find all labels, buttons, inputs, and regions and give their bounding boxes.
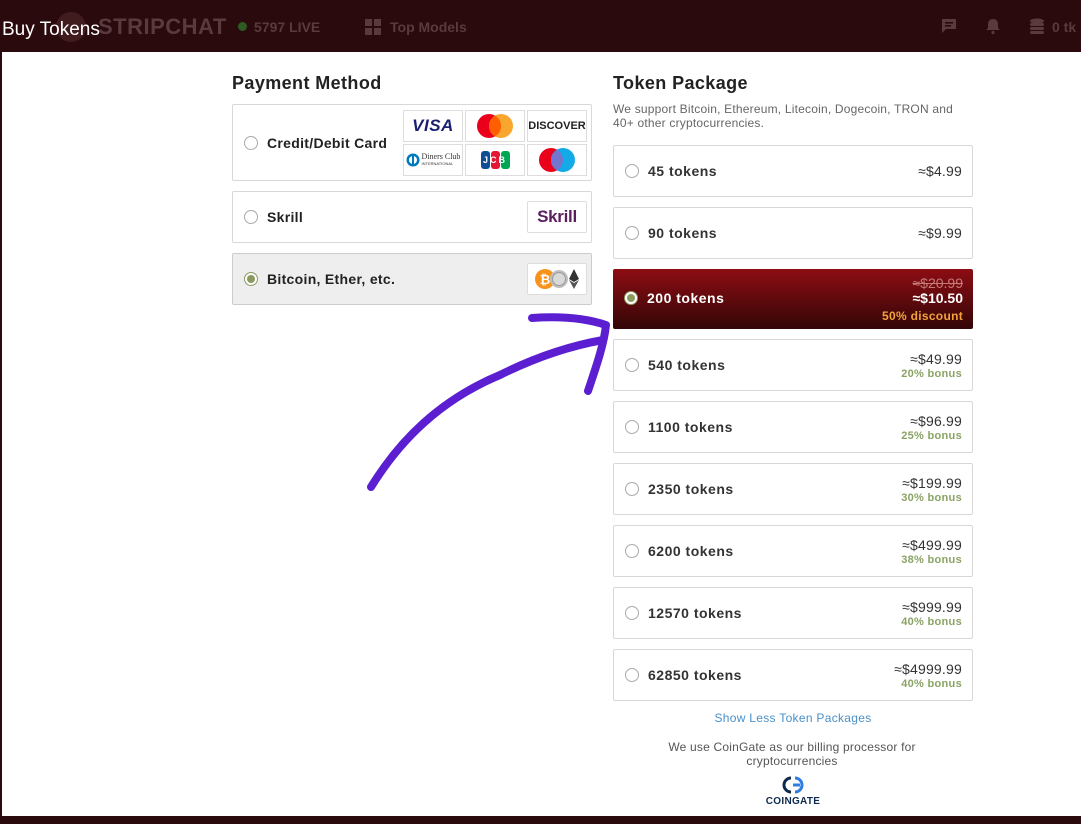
package-price: ≈$499.99 bbox=[902, 537, 962, 553]
show-less-packages-link[interactable]: Show Less Token Packages bbox=[613, 711, 973, 725]
mastercard-logo-icon bbox=[465, 110, 525, 142]
top-models-link[interactable]: Top Models bbox=[365, 19, 467, 35]
package-label: 12570 tokens bbox=[648, 605, 742, 621]
package-price: ≈$4.99 bbox=[918, 163, 962, 179]
visa-logo: VISA bbox=[403, 110, 463, 142]
discover-text: DISCOVER bbox=[528, 120, 586, 132]
live-count-label: 5797 LIVE bbox=[254, 19, 321, 35]
jcb-logo: JCB bbox=[465, 144, 525, 176]
payment-option-skrill[interactable]: Skrill Skrill bbox=[232, 191, 592, 243]
buy-tokens-modal: Payment Method Credit/Debit Card VISA DI… bbox=[2, 52, 1081, 816]
token-package-row-selected[interactable]: 200 tokens ≈$20.99 ≈$10.50 50% discount bbox=[613, 269, 973, 329]
coingate-notice: We use CoinGate as our billing processor… bbox=[668, 740, 916, 768]
token-package-row[interactable]: 2350 tokens ≈$199.99 30% bonus bbox=[613, 463, 973, 515]
package-old-price: ≈$20.99 bbox=[912, 275, 963, 291]
package-radio[interactable] bbox=[625, 482, 639, 496]
token-package-row[interactable]: 45 tokens ≈$4.99 bbox=[613, 145, 973, 197]
token-package-title: Token Package bbox=[613, 73, 748, 93]
grid-icon bbox=[365, 19, 381, 35]
package-label: 2350 tokens bbox=[648, 481, 734, 497]
payment-option-label: Skrill bbox=[267, 209, 304, 225]
package-price: ≈$49.99 bbox=[910, 351, 962, 367]
token-package-row[interactable]: 90 tokens ≈$9.99 bbox=[613, 207, 973, 259]
package-label: 540 tokens bbox=[648, 357, 726, 373]
crypto-logos-icon: ₿ bbox=[527, 263, 587, 295]
radio-skrill[interactable] bbox=[244, 210, 258, 224]
maestro-logo-icon bbox=[527, 144, 587, 176]
package-radio[interactable] bbox=[625, 164, 639, 178]
skrill-logo: Skrill bbox=[527, 201, 587, 233]
token-package-row[interactable]: 540 tokens ≈$49.99 20% bonus bbox=[613, 339, 973, 391]
token-package-row[interactable]: 62850 tokens ≈$4999.99 40% bonus bbox=[613, 649, 973, 701]
package-label: 1100 tokens bbox=[648, 419, 733, 435]
package-radio[interactable] bbox=[624, 291, 638, 305]
package-bonus: 40% bonus bbox=[901, 616, 962, 628]
package-price: ≈$96.99 bbox=[910, 413, 962, 429]
package-label: 45 tokens bbox=[648, 163, 718, 179]
payment-option-card[interactable]: Credit/Debit Card VISA DISCOVER Diners C… bbox=[232, 104, 592, 181]
skrill-text: Skrill bbox=[537, 207, 577, 226]
diners-club-logo: Diners Club INTERNATIONAL bbox=[403, 144, 463, 176]
payment-option-crypto[interactable]: Bitcoin, Ether, etc. ₿ bbox=[232, 253, 592, 305]
package-label: 6200 tokens bbox=[648, 543, 734, 559]
package-price: ≈$999.99 bbox=[902, 599, 962, 615]
package-price: ≈$4999.99 bbox=[894, 661, 962, 677]
package-radio[interactable] bbox=[625, 606, 639, 620]
package-radio[interactable] bbox=[625, 668, 639, 682]
package-radio[interactable] bbox=[625, 420, 639, 434]
payment-option-label: Credit/Debit Card bbox=[267, 135, 388, 151]
package-bonus: 30% bonus bbox=[901, 492, 962, 504]
visa-text: VISA bbox=[412, 116, 454, 135]
live-count[interactable]: 5797 LIVE bbox=[238, 19, 320, 35]
package-label: 200 tokens bbox=[647, 290, 725, 306]
token-package-row[interactable]: 12570 tokens ≈$999.99 40% bonus bbox=[613, 587, 973, 639]
package-bonus: 40% bonus bbox=[901, 678, 962, 690]
package-price: ≈$9.99 bbox=[918, 225, 962, 241]
package-radio[interactable] bbox=[625, 544, 639, 558]
token-package-subtitle: We support Bitcoin, Ethereum, Litecoin, … bbox=[613, 102, 953, 130]
top-models-label: Top Models bbox=[390, 19, 467, 35]
package-bonus: 25% bonus bbox=[901, 430, 962, 442]
package-price: ≈$199.99 bbox=[902, 475, 962, 491]
modal-title: Buy Tokens bbox=[2, 19, 100, 40]
package-bonus: 38% bonus bbox=[901, 554, 962, 566]
package-label: 62850 tokens bbox=[648, 667, 742, 683]
token-package-row[interactable]: 1100 tokens ≈$96.99 25% bonus bbox=[613, 401, 973, 453]
package-label: 90 tokens bbox=[648, 225, 718, 241]
package-radio[interactable] bbox=[625, 226, 639, 240]
package-price: ≈$10.50 bbox=[912, 290, 963, 306]
radio-crypto[interactable] bbox=[244, 272, 258, 286]
package-discount: 50% discount bbox=[882, 309, 963, 323]
notifications-bell-icon[interactable] bbox=[984, 17, 1002, 35]
token-package-row[interactable]: 6200 tokens ≈$499.99 38% bonus bbox=[613, 525, 973, 577]
package-bonus: 20% bonus bbox=[901, 368, 962, 380]
tokens-coins-icon[interactable] bbox=[1029, 17, 1047, 35]
live-dot-icon bbox=[238, 22, 247, 31]
diners-text: Diners Club bbox=[421, 152, 461, 161]
payment-method-title: Payment Method bbox=[232, 73, 382, 93]
token-balance[interactable]: 0 tk bbox=[1052, 19, 1076, 35]
package-radio[interactable] bbox=[625, 358, 639, 372]
radio-card[interactable] bbox=[244, 136, 258, 150]
messages-icon[interactable] bbox=[940, 17, 958, 35]
coingate-wordmark: COINGATE bbox=[765, 796, 821, 807]
svg-text:₿: ₿ bbox=[540, 272, 551, 287]
payment-option-label: Bitcoin, Ether, etc. bbox=[267, 271, 396, 287]
coingate-logo-icon bbox=[782, 776, 804, 794]
diners-sub-text: INTERNATIONAL bbox=[421, 161, 454, 166]
site-header: STRIPCHAT 5797 LIVE Top Models 0 tk Buy … bbox=[0, 0, 1081, 52]
site-logo[interactable]: STRIPCHAT bbox=[98, 14, 227, 40]
discover-logo: DISCOVER bbox=[527, 110, 587, 142]
coingate-logo: COINGATE bbox=[763, 774, 823, 808]
jcb-text: JCB bbox=[482, 155, 507, 165]
